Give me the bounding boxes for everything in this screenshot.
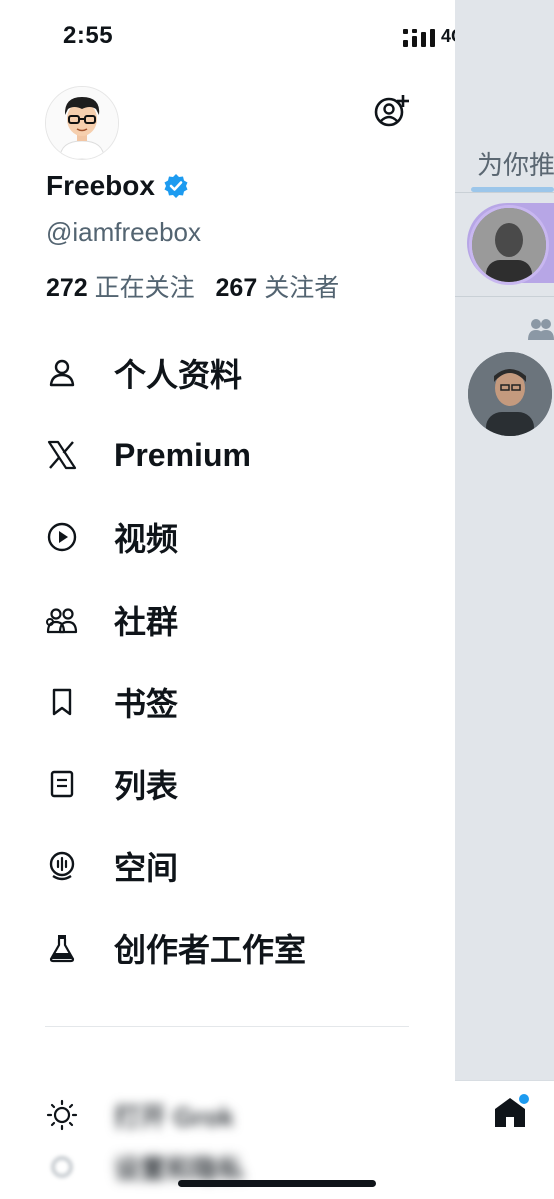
divider <box>455 296 554 297</box>
avatar[interactable] <box>45 86 119 160</box>
menu-item-bookmarks[interactable]: 书签 <box>44 672 424 732</box>
verified-badge-icon <box>164 174 188 198</box>
menu-label: 创作者工作室 <box>114 932 307 968</box>
followers-label: 关注者 <box>264 274 340 302</box>
follow-stats: 272 正在关注 267 关注者 <box>46 268 339 304</box>
menu-item-profile[interactable]: 个人资料 <box>44 343 424 403</box>
divider <box>455 192 554 193</box>
display-name: Freebox <box>46 170 155 201</box>
following-link[interactable]: 272 正在关注 <box>46 274 195 302</box>
menu-label: 社群 <box>114 604 179 640</box>
timeline-peek-panel[interactable]: 为你推 <box>455 0 554 1199</box>
menu-label: Premium <box>114 436 251 473</box>
menu-label: 视频 <box>114 521 179 557</box>
following-count: 272 <box>46 274 88 302</box>
spaces-icon <box>44 848 80 884</box>
flask-icon <box>44 930 80 966</box>
menu-label: 个人资料 <box>114 357 243 393</box>
add-account-icon[interactable] <box>374 94 410 128</box>
menu-item-lists[interactable]: 列表 <box>44 754 424 814</box>
menu-item-communities[interactable]: 社群 <box>44 590 424 650</box>
profile-handle: @iamfreebox <box>46 217 202 247</box>
notification-dot <box>517 1092 531 1106</box>
followers-count: 267 <box>215 274 258 302</box>
menu-label: 书签 <box>114 686 179 722</box>
following-label: 正在关注 <box>94 274 195 302</box>
bookmark-icon <box>44 684 80 720</box>
status-time: 2:55 <box>63 22 114 49</box>
followers-link[interactable]: 267 关注者 <box>216 274 340 302</box>
menu-item-video[interactable]: 视频 <box>44 507 424 567</box>
avatar[interactable] <box>468 352 552 436</box>
communities-icon <box>44 602 80 638</box>
tab-for-you[interactable]: 为你推 <box>477 145 554 182</box>
menu-item-grok[interactable]: 打开 Grok <box>44 1090 424 1140</box>
x-logo-icon <box>44 437 80 473</box>
sun-icon <box>44 1097 80 1133</box>
person-icon <box>44 355 80 391</box>
people-icon <box>528 319 554 340</box>
menu-item-creator-studio[interactable]: 创作者工作室 <box>44 918 424 978</box>
home-indicator[interactable] <box>178 1180 376 1187</box>
list-icon <box>44 766 80 802</box>
settings-icon <box>44 1149 80 1185</box>
menu-label: 空间 <box>114 850 179 886</box>
menu-label: 列表 <box>114 768 179 804</box>
menu-item-premium[interactable]: Premium <box>44 425 424 485</box>
menu-label: 打开 Grok <box>114 1101 234 1132</box>
cellular-signal-icon <box>403 29 435 47</box>
menu-item-spaces[interactable]: 空间 <box>44 836 424 896</box>
play-circle-icon <box>44 519 80 555</box>
divider <box>45 1026 409 1027</box>
profile-name[interactable]: Freebox <box>46 170 189 202</box>
avatar[interactable] <box>469 205 549 285</box>
